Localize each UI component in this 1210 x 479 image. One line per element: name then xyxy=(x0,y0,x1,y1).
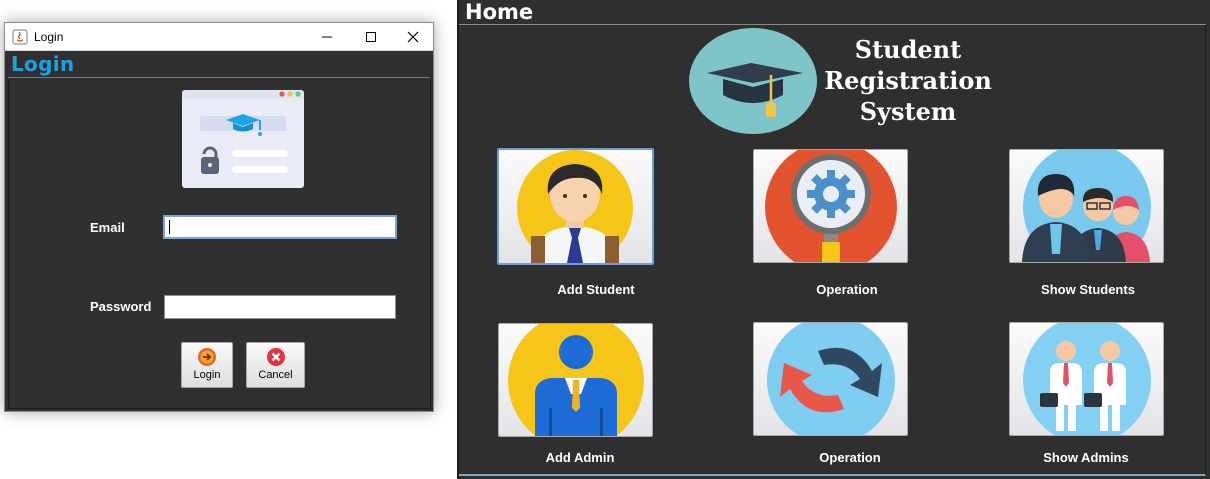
operation-button[interactable] xyxy=(753,149,908,263)
system-title-line: Registration xyxy=(824,66,992,95)
show-admins-button[interactable] xyxy=(1009,322,1164,436)
operation-button[interactable] xyxy=(753,322,908,436)
login-titlebar[interactable]: Login xyxy=(5,23,433,51)
tile-label: Show Students xyxy=(1041,282,1135,297)
add-admin-button[interactable] xyxy=(498,323,653,437)
graduation-cap-logo-icon xyxy=(689,28,817,134)
close-icon xyxy=(407,31,419,43)
refresh-arrows-icon xyxy=(767,323,895,435)
close-button[interactable] xyxy=(391,23,435,51)
password-field[interactable] xyxy=(164,295,396,319)
students-group-icon xyxy=(1022,150,1151,262)
password-label: Password xyxy=(90,299,152,314)
heading-divider xyxy=(8,77,430,78)
tile-label: Add Admin xyxy=(545,450,615,465)
login-illustration-icon xyxy=(182,90,304,188)
maximize-button[interactable] xyxy=(349,23,393,51)
cancel-button-label: Cancel xyxy=(258,369,293,381)
login-button-label: Login xyxy=(193,369,221,381)
minimize-icon xyxy=(322,36,332,38)
tile-label: Add Student xyxy=(557,282,635,297)
login-arrow-icon xyxy=(198,348,216,366)
show-students-button[interactable] xyxy=(1009,149,1164,263)
maximize-icon xyxy=(366,32,376,42)
home-heading: Home xyxy=(465,0,534,24)
add-student-button[interactable] xyxy=(497,148,654,265)
java-app-icon xyxy=(12,29,28,45)
email-field[interactable] xyxy=(163,215,397,239)
magnifier-gear-icon xyxy=(765,150,897,262)
admin-icon xyxy=(508,324,644,436)
tile-label: Operation xyxy=(816,282,878,297)
tile-label: Operation xyxy=(819,450,881,465)
login-heading: Login xyxy=(11,52,75,76)
system-title: Student Registration System xyxy=(819,34,997,127)
tile-label: Show Admins xyxy=(1043,450,1129,465)
login-window: Login Login Email Password Login Cancel xyxy=(4,22,434,412)
admins-group-icon xyxy=(1023,323,1151,435)
window-title: Login xyxy=(34,30,64,44)
system-title-line: Student xyxy=(854,35,962,64)
home-window: Home Student Registration System Add Stu… xyxy=(457,0,1210,479)
cancel-x-icon xyxy=(266,348,285,366)
text-caret xyxy=(169,220,170,234)
cancel-button[interactable]: Cancel xyxy=(246,342,305,388)
system-title-line: System xyxy=(859,97,957,126)
minimize-button[interactable] xyxy=(305,23,349,51)
student-icon xyxy=(517,150,633,263)
login-button[interactable]: Login xyxy=(181,342,233,388)
email-label: Email xyxy=(90,220,125,235)
